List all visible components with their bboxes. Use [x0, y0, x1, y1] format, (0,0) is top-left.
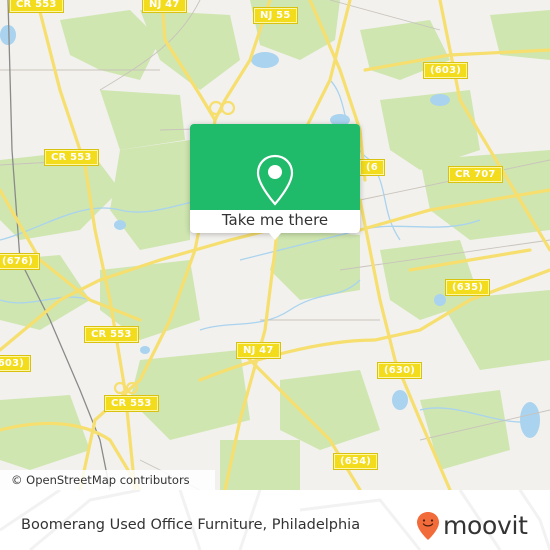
- road-shield: (630): [376, 362, 423, 379]
- road-shield: NJ 55: [253, 7, 298, 24]
- road-shield: (603): [422, 62, 469, 79]
- road-shield: CR 553: [9, 0, 64, 13]
- road-shield: (635): [444, 279, 491, 296]
- popup-header[interactable]: [190, 124, 360, 210]
- popup-pointer: [269, 233, 281, 240]
- moovit-pin-icon: [417, 512, 439, 540]
- map-attribution[interactable]: © OpenStreetMap contributors: [0, 470, 215, 490]
- location-popup[interactable]: Take me there: [190, 124, 360, 240]
- road-shield: (6: [359, 159, 385, 176]
- moovit-wordmark: moovit: [443, 511, 528, 540]
- road-shield: NJ 47: [236, 342, 281, 359]
- map-base-layer: [0, 0, 550, 490]
- road-shield: (676): [0, 253, 41, 270]
- road-shield: CR 553: [44, 149, 99, 166]
- footer-bar: Boomerang Used Office Furniture, Philade…: [0, 490, 550, 550]
- moovit-logo[interactable]: moovit: [416, 509, 528, 543]
- road-shield: CR 707: [448, 166, 503, 183]
- road-shield: (654): [332, 453, 379, 470]
- map-pin-icon: [256, 154, 294, 206]
- road-shield: NJ 47: [142, 0, 187, 13]
- map-view[interactable]: CR 553 NJ 47 NJ 55 (603) CR 553 CR 707 (…: [0, 0, 550, 490]
- place-name: Boomerang Used Office Furniture, Philade…: [21, 517, 361, 533]
- road-shield: CR 553: [104, 395, 159, 412]
- road-shield: (603): [0, 355, 32, 372]
- take-me-there-button[interactable]: Take me there: [190, 210, 360, 233]
- road-shield: CR 553: [84, 326, 139, 343]
